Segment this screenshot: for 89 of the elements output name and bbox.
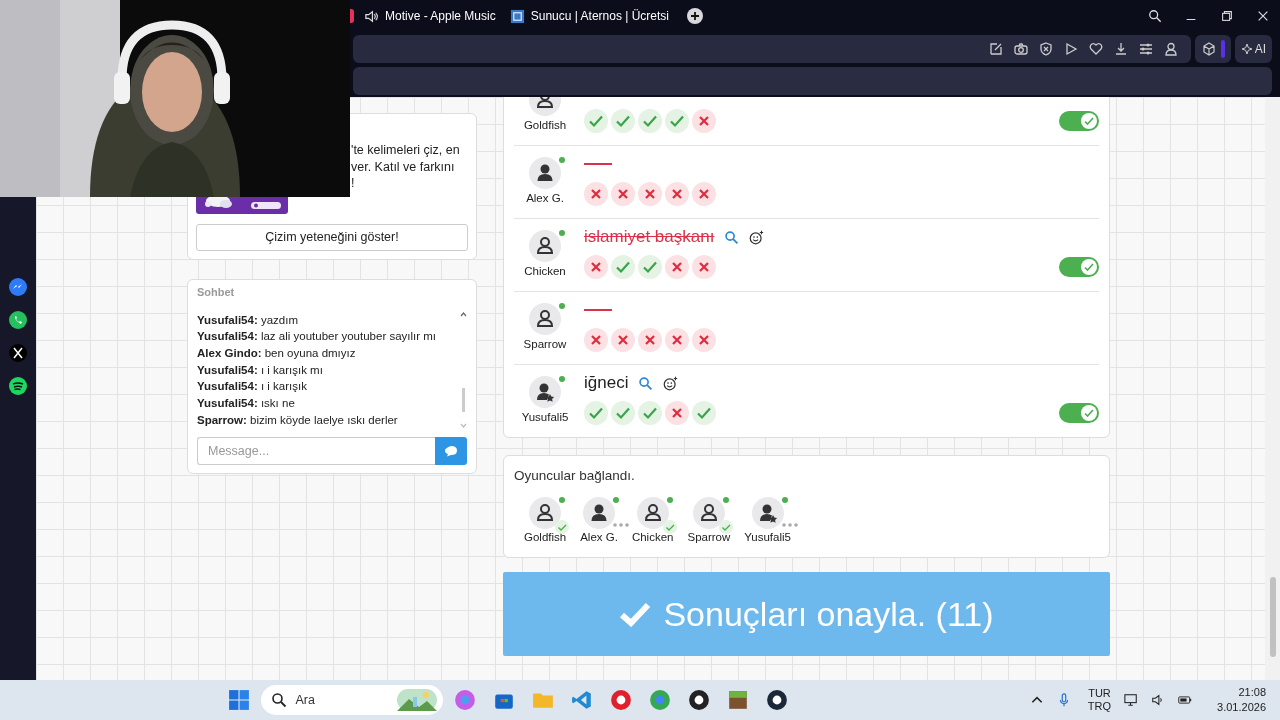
music-icon[interactable] [8,376,28,396]
grass-block-icon[interactable] [727,689,750,711]
chat-message: Yusufali54: yazdım [197,312,299,328]
tab-favicon-icon [350,9,354,23]
camera-icon[interactable] [1012,40,1029,57]
draw-skill-button[interactable]: Çizim yeteneğini göster! [196,223,468,251]
code-editor-icon[interactable] [571,689,594,711]
phone-icon[interactable] [8,310,28,330]
user-avatar-icon [529,303,561,335]
players-title: Oyuncular bağlandı. [514,468,636,483]
landscape-icon [397,689,438,711]
answer-word: islamiyet başkanı [584,227,715,247]
approve-toggle[interactable] [1059,111,1099,131]
battery-icon[interactable] [1178,693,1193,707]
check-icon [619,601,652,627]
chat-message: Yusufali54: ı i karışık [197,379,308,395]
player-name: Yusufali5 [521,411,569,423]
edit-icon[interactable] [987,40,1004,57]
taskbar-search-field[interactable]: Ara [261,685,444,715]
send-button[interactable] [435,437,467,466]
user-avatar-icon [529,376,561,408]
user-avatar-icon [529,230,561,262]
approve-toggle[interactable] [1059,257,1099,277]
user-avatar-icon [751,497,784,529]
check-icon [1083,407,1095,419]
user-avatar-icon [692,497,725,529]
player-name: Chicken [631,531,674,543]
scroll-up-icon[interactable] [459,311,467,317]
chat-bubble-icon [444,445,458,458]
plus-icon [690,11,701,21]
chat-message: Yusufali54: laz ali youtuber youtuber sayılır mı [197,329,438,345]
browser-o-icon[interactable] [610,689,633,711]
player-name: Sparrow [523,338,567,350]
browser-tab[interactable]: Sunucu | Aternos | Ücretsi [505,8,674,24]
speaker-icon [364,8,379,24]
chat-scrollbar[interactable] [459,311,467,429]
x-icon[interactable] [8,343,28,363]
user-icon[interactable] [1162,40,1179,57]
user-avatar-icon [529,157,561,189]
restore-icon[interactable] [1220,9,1234,23]
player-name: Alex G. [526,192,564,204]
check-icon [1083,115,1095,127]
browser-tab[interactable]: Motive - Apple Music [360,8,500,24]
close-icon[interactable] [1256,9,1270,23]
cube-favicon-icon [509,8,525,24]
windows-start-icon[interactable] [228,689,251,711]
monitor-icon[interactable] [1124,693,1139,707]
player-name: Goldfish [523,119,567,131]
answer-word: iğneci [584,373,629,393]
player-name: Alex G. [580,531,618,543]
cube-icon [1200,40,1217,57]
approve-toggle[interactable] [1059,403,1099,423]
chrome-icon[interactable] [649,689,672,711]
new-tab-button[interactable] [687,8,704,24]
sparkle-icon [1240,42,1253,55]
player-name: Sparrow [687,531,731,543]
chat-message: Yusufali54: ıskı ne [197,396,296,411]
chat-message: Yusufali54: ı i karışık mı [197,362,324,378]
smiley-icon[interactable] [749,229,765,245]
player-name: Goldfish [524,531,567,543]
ai-button[interactable]: AI [1234,34,1272,63]
search-hint: Ara [295,693,315,707]
user-avatar-icon [529,497,562,529]
extension-button[interactable] [1194,34,1231,63]
keyboard-language[interactable]: TUR TRQ [1087,687,1112,713]
copilot-icon[interactable] [454,689,477,711]
heart-icon[interactable] [1087,40,1104,57]
user-avatar-icon [636,497,669,529]
taskbar-clock[interactable]: 21:08 3.01.2026 [1217,685,1266,715]
message-input[interactable]: Message... [197,437,435,466]
shield-icon[interactable] [1037,40,1054,57]
search-icon[interactable] [1148,9,1162,23]
empty-answer-line [584,309,612,311]
chat-message: Sparrow: bizim köyde laelye ıskı derler [197,412,399,428]
steam-icon[interactable] [766,689,789,711]
chat-title: Sohbet [197,285,236,298]
intro-text: 'te kelimeleri çiz, en ver. Katıl ve farkını ! [351,142,461,192]
chat-message: Alex Gindo: ben oyuna dmıyız [197,345,357,361]
record-icon[interactable] [688,689,711,711]
address-bar[interactable] [353,34,1191,63]
smiley-icon[interactable] [663,375,679,391]
player-name: Yusufali5 [744,531,791,543]
chat-bubble-icon[interactable] [8,277,28,297]
empty-answer-line [584,163,612,165]
player-name: Chicken [524,265,566,277]
search-icon [271,692,288,708]
user-avatar-icon [583,497,616,529]
check-icon [1083,261,1095,273]
page-scrollbar[interactable] [1265,97,1280,680]
